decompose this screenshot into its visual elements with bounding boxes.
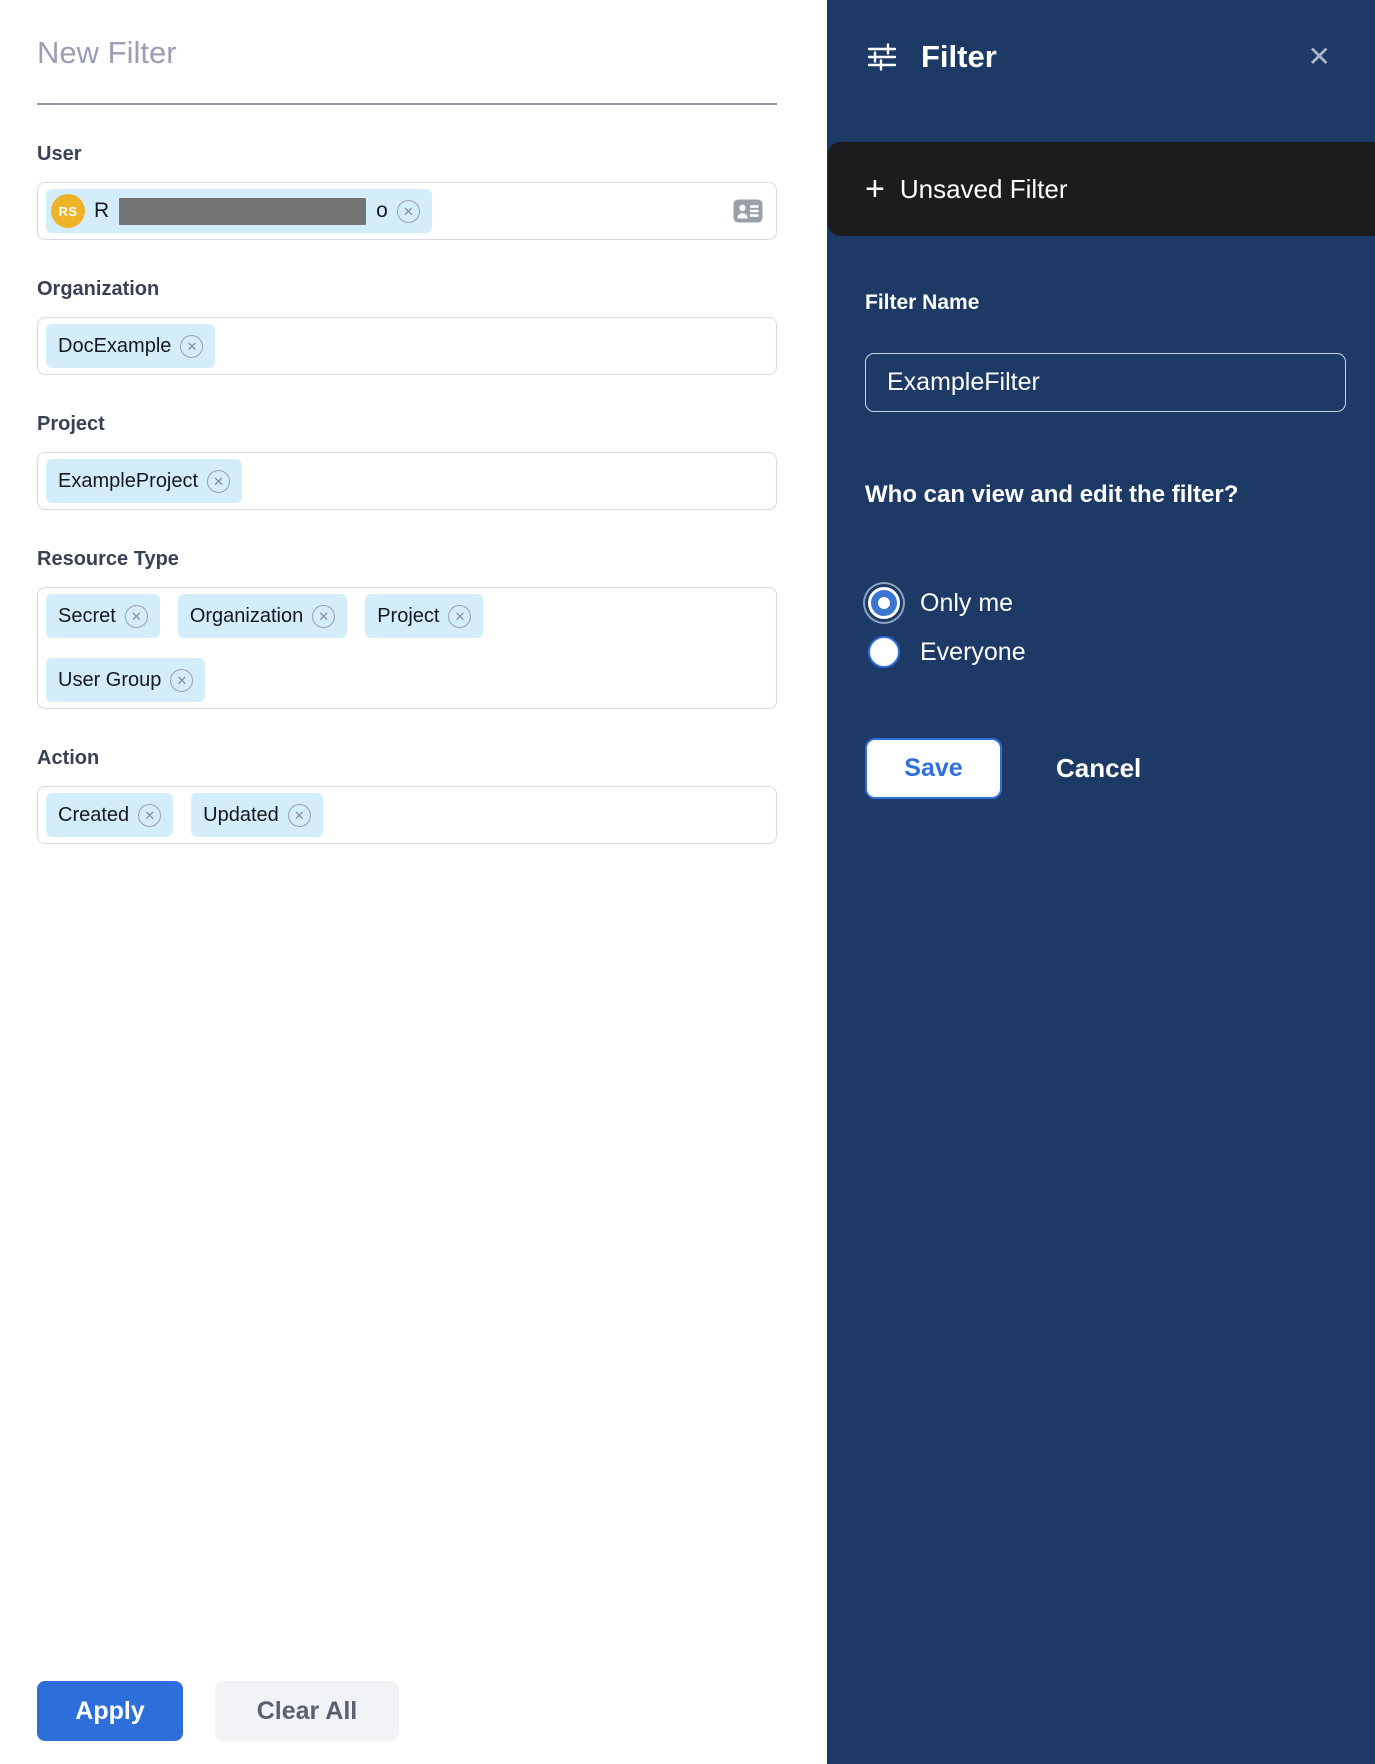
remove-created-chip-icon[interactable]: ✕ [138,804,161,827]
app-root: New Filter User RS R o ✕ [0,0,1375,1764]
remove-organization-type-chip-icon[interactable]: ✕ [312,605,335,628]
resource-type-chip-label: Organization [190,605,303,628]
unsaved-filter-label: Unsaved Filter [900,174,1068,205]
filter-name-label: Filter Name [865,290,1346,316]
radio-selected-icon[interactable] [868,587,900,619]
redaction-bar [119,198,366,225]
sidebar-actions: Save Cancel [865,738,1346,799]
visibility-question: Who can view and edit the filter? [865,480,1346,510]
filter-sidebar: Filter ✕ + Unsaved Filter Filter Name Wh… [827,0,1375,1764]
radio-option-everyone[interactable]: Everyone [865,633,1346,671]
title-divider [37,103,777,105]
save-button[interactable]: Save [865,738,1002,799]
project-field-label: Project [37,412,777,436]
action-chip-label: Created [58,804,129,827]
project-input[interactable]: ExampleProject ✕ [37,452,777,510]
radio-unselected-icon[interactable] [868,636,900,668]
remove-user-chip-icon[interactable]: ✕ [397,200,420,223]
filter-name-input[interactable] [865,353,1346,412]
project-chip: ExampleProject ✕ [46,459,242,503]
filter-sidebar-title: Filter [921,38,997,76]
user-name-fragment-end: o [376,199,388,223]
user-name-fragment-start: R [94,199,109,223]
remove-project-type-chip-icon[interactable]: ✕ [448,605,471,628]
new-filter-panel: New Filter User RS R o ✕ [0,0,827,1764]
organization-chip-label: DocExample [58,335,171,358]
user-input[interactable]: RS R o ✕ [37,182,777,240]
close-icon[interactable]: ✕ [1308,43,1331,71]
action-input[interactable]: Created ✕ Updated ✕ [37,786,777,844]
user-avatar: RS [51,194,85,228]
resource-type-chip-secret: Secret ✕ [46,594,160,638]
action-chip-updated: Updated ✕ [191,793,323,837]
form-actions: Apply Clear All [37,1681,399,1741]
filter-sidebar-header: Filter ✕ [827,0,1375,76]
resource-type-chip-label: Secret [58,605,116,628]
user-field-label: User [37,142,777,166]
organization-field-label: Organization [37,277,777,301]
project-chip-label: ExampleProject [58,470,198,493]
apply-button[interactable]: Apply [37,1681,183,1741]
remove-organization-chip-icon[interactable]: ✕ [180,335,203,358]
resource-type-chip-label: Project [377,605,439,628]
remove-updated-chip-icon[interactable]: ✕ [288,804,311,827]
new-filter-title: New Filter [37,33,777,73]
action-chip-created: Created ✕ [46,793,173,837]
radio-option-label: Only me [920,589,1013,618]
remove-project-chip-icon[interactable]: ✕ [207,470,230,493]
resource-type-chip-organization: Organization ✕ [178,594,347,638]
action-field-label: Action [37,746,777,770]
organization-chip: DocExample ✕ [46,324,215,368]
radio-option-label: Everyone [920,638,1026,667]
filter-sliders-icon [865,42,899,72]
organization-input[interactable]: DocExample ✕ [37,317,777,375]
remove-secret-chip-icon[interactable]: ✕ [125,605,148,628]
plus-icon: + [865,172,885,206]
clear-all-button[interactable]: Clear All [215,1681,399,1741]
cancel-button[interactable]: Cancel [1056,753,1141,784]
action-chip-label: Updated [203,804,279,827]
visibility-radio-group: Only me Everyone [865,584,1346,671]
user-chip: RS R o ✕ [46,189,432,233]
resource-type-chip-project: Project ✕ [365,594,483,638]
remove-user-group-chip-icon[interactable]: ✕ [170,669,193,692]
resource-type-input[interactable]: Secret ✕ Organization ✕ Project ✕ User G… [37,587,777,709]
resource-type-chip-label: User Group [58,669,161,692]
radio-option-only-me[interactable]: Only me [865,584,1346,622]
unsaved-filter-item[interactable]: + Unsaved Filter [828,142,1375,236]
resource-type-field-label: Resource Type [37,547,777,571]
filter-sidebar-body: Filter Name Who can view and edit the fi… [827,290,1375,799]
contact-card-icon[interactable] [733,199,763,223]
resource-type-chip-user-group: User Group ✕ [46,658,205,702]
